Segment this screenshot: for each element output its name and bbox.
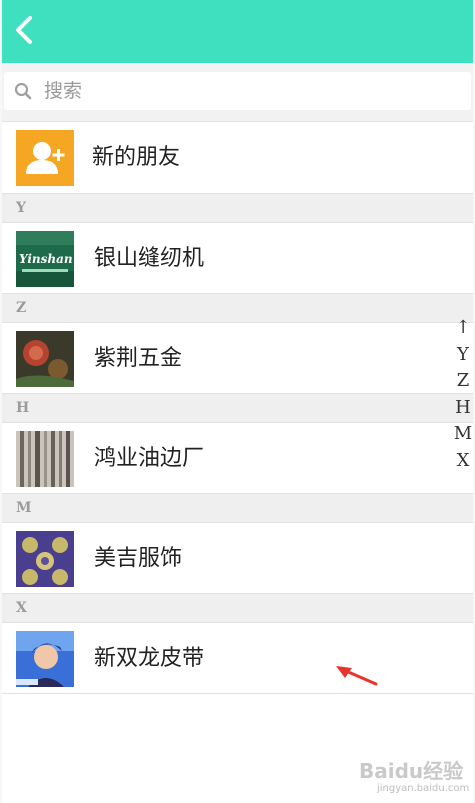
search-box[interactable] bbox=[4, 72, 471, 110]
person-photo-image bbox=[16, 631, 74, 687]
index-top[interactable]: ↑ bbox=[455, 315, 470, 342]
contact-list: 新的朋友 Y Yinshan 银山缝纫机 Z 紫荆五金 H 鸿业油边厂 M 美吉… bbox=[2, 121, 473, 694]
index-letter[interactable]: H bbox=[455, 395, 471, 422]
section-header-y: Y bbox=[2, 194, 473, 222]
new-friends-item[interactable]: 新的朋友 bbox=[2, 121, 473, 194]
chevron-left-icon bbox=[16, 16, 32, 44]
fabric-pattern-image bbox=[16, 531, 74, 587]
avatar: Yinshan bbox=[16, 231, 74, 287]
contact-name: 紫荆五金 bbox=[94, 346, 183, 371]
avatar bbox=[16, 331, 74, 387]
contact-row[interactable]: Yinshan 银山缝纫机 bbox=[2, 222, 473, 294]
leather-strips-image bbox=[16, 431, 74, 487]
avatar bbox=[16, 431, 74, 487]
index-letter[interactable]: Y bbox=[457, 342, 469, 369]
contact-row[interactable]: 新双龙皮带 bbox=[2, 622, 473, 694]
add-user-icon bbox=[26, 142, 65, 174]
alphabet-index[interactable]: ↑ Y Z H M X bbox=[454, 315, 472, 474]
red-arrow-annotation bbox=[336, 666, 378, 686]
section-header-m: M bbox=[2, 494, 473, 522]
app-frame: 新的朋友 Y Yinshan 银山缝纫机 Z bbox=[2, 0, 473, 803]
contact-name: 美吉服饰 bbox=[94, 546, 183, 571]
top-bar bbox=[2, 0, 473, 63]
search-bar bbox=[2, 63, 473, 121]
back-button[interactable] bbox=[8, 10, 48, 50]
contact-row[interactable]: 美吉服饰 bbox=[2, 522, 473, 594]
contact-name: 鸿业油边厂 bbox=[94, 446, 205, 471]
sewing-logo-image: Yinshan bbox=[16, 231, 74, 287]
baidu-watermark: Baidu经验 jingyan.baidu.com bbox=[357, 747, 475, 797]
search-input[interactable] bbox=[44, 76, 454, 106]
avatar-logo-text: Yinshan bbox=[19, 252, 73, 266]
contact-name: 银山缝纫机 bbox=[94, 246, 205, 271]
contact-row[interactable]: 紫荆五金 bbox=[2, 322, 473, 394]
watermark-text: Baidu经验 bbox=[359, 759, 464, 783]
new-friends-label: 新的朋友 bbox=[92, 145, 181, 170]
avatar bbox=[16, 531, 74, 587]
index-letter[interactable]: X bbox=[457, 448, 470, 475]
section-header-z: Z bbox=[2, 294, 473, 322]
index-letter[interactable]: M bbox=[454, 421, 472, 448]
watermark-sub: jingyan.baidu.com bbox=[377, 783, 470, 794]
section-header-h: H bbox=[2, 394, 473, 422]
section-header-x: X bbox=[2, 594, 473, 622]
flower-image bbox=[16, 331, 74, 387]
avatar bbox=[16, 130, 74, 186]
contact-name: 新双龙皮带 bbox=[94, 646, 205, 671]
search-icon bbox=[14, 82, 32, 100]
contact-row[interactable]: 鸿业油边厂 bbox=[2, 422, 473, 494]
avatar bbox=[16, 631, 74, 687]
index-letter[interactable]: Z bbox=[457, 368, 470, 395]
